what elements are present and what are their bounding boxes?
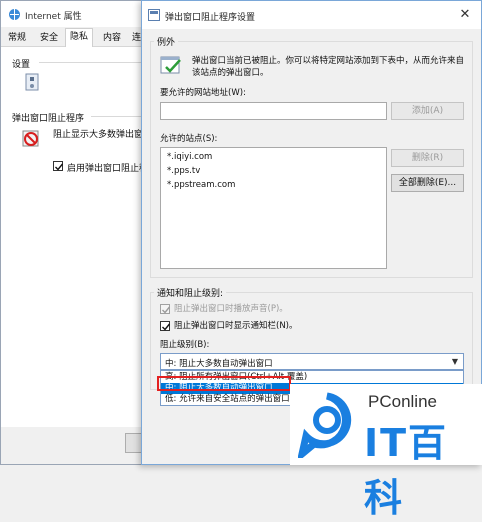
show-notification-bar-checkbox[interactable]	[160, 321, 171, 331]
highlight-annotation	[157, 376, 291, 391]
tab-security[interactable]: 安全	[36, 30, 62, 47]
tab-strip: 常规 安全 隐私 内容 连	[1, 27, 161, 48]
dialog-icon	[148, 9, 160, 21]
internet-options-icon	[9, 9, 20, 20]
list-item[interactable]: *.pps.tv	[167, 166, 200, 176]
notification-legend: 通知和阻止级别:	[154, 286, 227, 299]
remove-button[interactable]: 删除(R)	[391, 149, 464, 167]
enable-blocker-checkbox[interactable]	[53, 161, 64, 171]
settings-heading: 设置	[12, 60, 31, 70]
exceptions-legend: 例外	[154, 35, 179, 48]
block-level-value: 中: 阻止大多数自动弹出窗口	[165, 359, 273, 369]
address-input[interactable]	[160, 102, 387, 120]
tab-general[interactable]: 常规	[4, 30, 30, 47]
add-button[interactable]: 添加(A)	[391, 102, 464, 120]
tab-privacy[interactable]: 隐私	[65, 28, 94, 48]
tab-content[interactable]: 内容	[99, 30, 125, 47]
play-sound-label: 阻止弹出窗口时播放声音(P)。	[174, 304, 288, 314]
address-label: 要允许的网站地址(W):	[160, 88, 246, 98]
block-level-label: 阻止级别(B):	[160, 340, 210, 350]
checkmark-icon	[162, 323, 171, 331]
pconline-watermark: PConline IT百科	[290, 384, 482, 520]
dialog-title-bar: 弹出窗口阻止程序设置 ✕	[142, 1, 481, 29]
chevron-down-icon[interactable]: ▼	[452, 357, 458, 366]
block-most-text: 阻止显示大多数弹出窗口	[53, 130, 153, 140]
show-notification-bar-label: 阻止弹出窗口时显示通知栏(N)。	[174, 321, 298, 331]
close-icon[interactable]: ✕	[457, 7, 473, 23]
checkmark-icon	[162, 306, 171, 314]
divider	[39, 62, 144, 63]
remove-all-button[interactable]: 全部删除(E)...	[391, 174, 464, 192]
list-item[interactable]: *.ppstream.com	[167, 180, 235, 190]
checkmark-icon	[55, 163, 64, 171]
allowed-popup-icon	[160, 56, 181, 74]
window-title: Internet 属性	[25, 12, 82, 22]
allowed-sites-label: 允许的站点(S):	[160, 134, 218, 144]
watermark-brand: PConline	[368, 392, 437, 411]
play-sound-checkbox[interactable]	[160, 304, 171, 314]
settings-slider-icon	[25, 73, 39, 91]
allowed-sites-list[interactable]: *.iqiyi.com *.pps.tv *.ppstream.com	[160, 147, 387, 269]
pconline-logo-icon	[298, 392, 352, 458]
divider	[91, 116, 144, 117]
popup-blocker-heading: 弹出窗口阻止程序	[12, 114, 85, 124]
no-entry-icon	[22, 130, 39, 147]
block-level-select[interactable]: 中: 阻止大多数自动弹出窗口 ▼	[160, 353, 464, 370]
watermark-name: IT百科	[364, 421, 449, 520]
exceptions-description-line2: 该站点的弹出窗口。	[192, 68, 269, 78]
dialog-title: 弹出窗口阻止程序设置	[165, 13, 256, 23]
list-item[interactable]: *.iqiyi.com	[167, 152, 212, 162]
exceptions-description-line1: 弹出窗口当前已被阻止。你可以将特定网站添加到下表中，从而允许来自	[192, 56, 465, 66]
